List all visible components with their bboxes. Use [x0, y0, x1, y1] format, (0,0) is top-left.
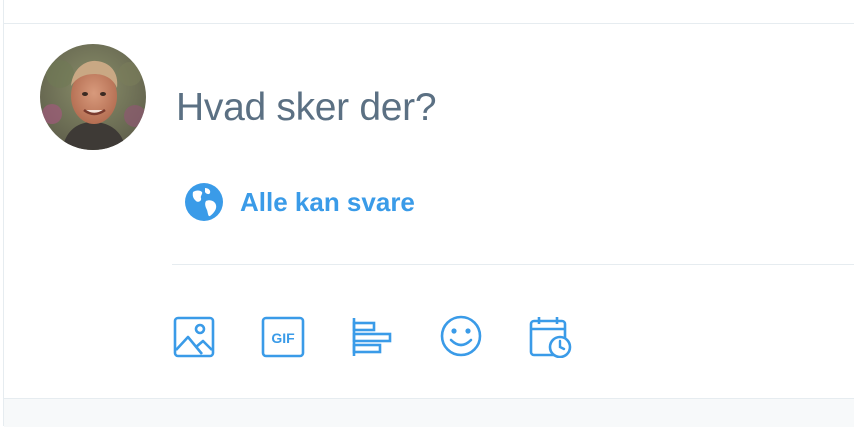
gif-button[interactable]: GIF — [261, 312, 305, 360]
media-button[interactable] — [172, 312, 216, 360]
image-icon — [173, 316, 215, 358]
reply-setting-button[interactable]: Alle kan svare — [184, 182, 415, 222]
compose-divider — [172, 264, 854, 265]
left-border — [3, 0, 4, 426]
avatar-photo — [40, 44, 146, 150]
compose-toolbar: GIF — [172, 312, 572, 360]
top-divider — [4, 23, 854, 24]
timeline-separator — [4, 398, 854, 427]
avatar[interactable] — [40, 44, 146, 150]
poll-button[interactable] — [350, 312, 394, 360]
globe-icon — [185, 183, 223, 221]
poll-icon — [352, 318, 392, 356]
emoji-icon — [440, 315, 482, 357]
reply-setting-label: Alle kan svare — [240, 186, 415, 217]
gif-text: GIF — [271, 330, 295, 346]
emoji-button[interactable] — [439, 312, 483, 360]
gif-icon: GIF — [261, 316, 305, 358]
schedule-button[interactable] — [528, 312, 572, 360]
compose-input[interactable]: Hvad sker der? — [176, 82, 836, 134]
schedule-icon — [529, 317, 572, 358]
